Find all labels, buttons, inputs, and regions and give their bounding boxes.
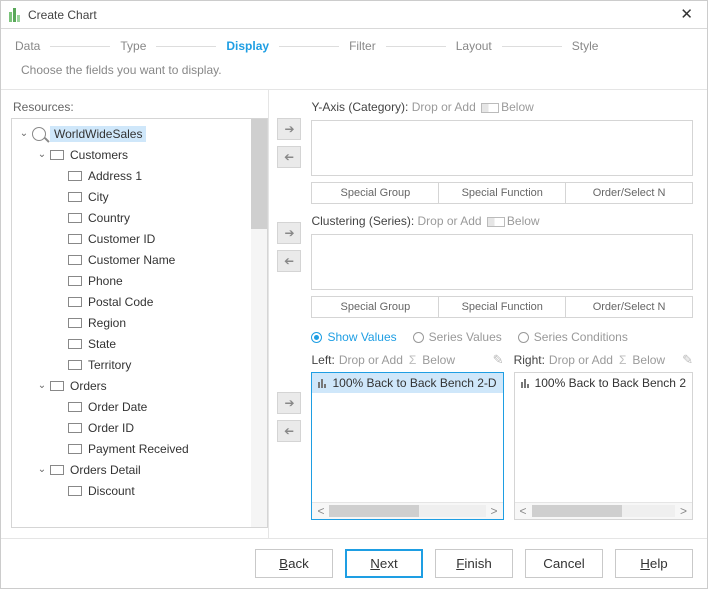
order-select-button[interactable]: Order/Select N bbox=[566, 296, 693, 318]
finish-button[interactable]: Finish bbox=[435, 549, 513, 578]
tree-item[interactable]: Customer ID bbox=[88, 232, 155, 246]
order-select-button[interactable]: Order/Select N bbox=[566, 182, 693, 204]
tree-item[interactable]: Postal Code bbox=[88, 295, 153, 309]
field-icon bbox=[68, 192, 82, 202]
field-icon bbox=[68, 255, 82, 265]
value-item[interactable]: 100% Back to Back Bench 2-D bbox=[312, 373, 502, 393]
edit-icon[interactable]: ✎ bbox=[493, 352, 504, 368]
step-filter[interactable]: Filter bbox=[349, 39, 376, 53]
window-title: Create Chart bbox=[28, 8, 97, 22]
chart-icon bbox=[318, 379, 326, 388]
field-icon bbox=[68, 213, 82, 223]
field-icon bbox=[68, 297, 82, 307]
tree-item[interactable]: Customer Name bbox=[88, 253, 175, 267]
tree-item[interactable]: City bbox=[88, 190, 109, 204]
caret-icon[interactable]: ⌄ bbox=[36, 149, 48, 160]
field-icon bbox=[68, 318, 82, 328]
folder-icon bbox=[50, 465, 64, 475]
grid-icon bbox=[481, 103, 499, 113]
close-icon[interactable]: ✕ bbox=[676, 7, 697, 22]
cancel-button[interactable]: Cancel bbox=[525, 549, 603, 578]
add-yaxis-button[interactable]: ➔ bbox=[277, 118, 301, 140]
tree-item[interactable]: Country bbox=[88, 211, 130, 225]
step-type[interactable]: Type bbox=[120, 39, 146, 53]
step-display[interactable]: Display bbox=[226, 39, 269, 53]
caret-icon[interactable]: ⌄ bbox=[36, 464, 48, 475]
special-function-button[interactable]: Special Function bbox=[439, 182, 566, 204]
folder-icon bbox=[50, 381, 64, 391]
field-icon bbox=[68, 171, 82, 181]
scrollbar[interactable]: <> bbox=[515, 502, 692, 519]
tree-item[interactable]: Territory bbox=[88, 358, 131, 372]
left-values-header: Left:Drop or AddΣBelow✎ bbox=[311, 352, 503, 368]
tree-item[interactable]: Phone bbox=[88, 274, 123, 288]
right-values-header: Right:Drop or AddΣBelow✎ bbox=[514, 352, 693, 368]
special-group-button[interactable]: Special Group bbox=[311, 296, 439, 318]
app-icon bbox=[9, 8, 20, 22]
special-function-button[interactable]: Special Function bbox=[439, 296, 566, 318]
remove-yaxis-button[interactable]: ➔ bbox=[277, 146, 301, 168]
field-icon bbox=[68, 444, 82, 454]
tree-item[interactable]: State bbox=[88, 337, 116, 351]
search-icon bbox=[32, 127, 46, 141]
tree-item[interactable]: Address 1 bbox=[88, 169, 142, 183]
tree-item[interactable]: Region bbox=[88, 316, 126, 330]
chart-icon bbox=[521, 379, 529, 388]
radio-series-values[interactable]: Series Values bbox=[413, 330, 502, 344]
field-icon bbox=[68, 234, 82, 244]
yaxis-dropzone[interactable] bbox=[311, 120, 693, 176]
left-values-list[interactable]: 100% Back to Back Bench 2-D <> bbox=[311, 372, 503, 520]
yaxis-label: Y-Axis (Category): Drop or Add Below bbox=[311, 100, 693, 114]
folder-icon bbox=[50, 150, 64, 160]
tree-item[interactable]: Discount bbox=[88, 484, 135, 498]
special-group-button[interactable]: Special Group bbox=[311, 182, 439, 204]
step-data[interactable]: Data bbox=[15, 39, 40, 53]
caret-icon[interactable]: ⌄ bbox=[18, 128, 30, 139]
tree-item[interactable]: Order Date bbox=[88, 400, 147, 414]
sigma-icon: Σ bbox=[619, 353, 626, 367]
titlebar: Create Chart ✕ bbox=[1, 1, 707, 29]
field-icon bbox=[68, 339, 82, 349]
field-icon bbox=[68, 276, 82, 286]
scrollbar[interactable] bbox=[251, 119, 267, 527]
add-value-button[interactable]: ➔ bbox=[277, 392, 301, 414]
radio-series-conditions[interactable]: Series Conditions bbox=[518, 330, 628, 344]
display-mode-radios: Show Values Series Values Series Conditi… bbox=[311, 330, 693, 344]
right-values-list[interactable]: 100% Back to Back Bench 2 <> bbox=[514, 372, 693, 520]
tree-root[interactable]: WorldWideSales bbox=[50, 126, 146, 142]
field-icon bbox=[68, 402, 82, 412]
value-item[interactable]: 100% Back to Back Bench 2 bbox=[515, 373, 692, 393]
scrollbar[interactable]: <> bbox=[312, 502, 502, 519]
grid-icon bbox=[487, 217, 505, 227]
radio-show-values[interactable]: Show Values bbox=[311, 330, 396, 344]
tree-group[interactable]: Orders bbox=[70, 379, 107, 393]
tree-group[interactable]: Orders Detail bbox=[70, 463, 141, 477]
wizard-steps: Data Type Display Filter Layout Style bbox=[1, 29, 707, 59]
resources-tree[interactable]: ⌄WorldWideSales ⌄Customers ·Address 1 ·C… bbox=[11, 118, 268, 528]
tree-item[interactable]: Payment Received bbox=[88, 442, 189, 456]
edit-icon[interactable]: ✎ bbox=[682, 352, 693, 368]
remove-value-button[interactable]: ➔ bbox=[277, 420, 301, 442]
wizard-footer: Back Next Finish Cancel Help bbox=[1, 538, 707, 588]
resources-label: Resources: bbox=[11, 100, 268, 114]
step-style[interactable]: Style bbox=[572, 39, 599, 53]
tree-item[interactable]: Order ID bbox=[88, 421, 134, 435]
clustering-dropzone[interactable] bbox=[311, 234, 693, 290]
clustering-label: Clustering (Series): Drop or Add Below bbox=[311, 214, 693, 228]
back-button[interactable]: Back bbox=[255, 549, 333, 578]
help-button[interactable]: Help bbox=[615, 549, 693, 578]
step-layout[interactable]: Layout bbox=[456, 39, 492, 53]
add-series-button[interactable]: ➔ bbox=[277, 222, 301, 244]
field-icon bbox=[68, 360, 82, 370]
remove-series-button[interactable]: ➔ bbox=[277, 250, 301, 272]
field-icon bbox=[68, 486, 82, 496]
next-button[interactable]: Next bbox=[345, 549, 423, 578]
subtitle: Choose the fields you want to display. bbox=[1, 59, 707, 90]
field-icon bbox=[68, 423, 82, 433]
caret-icon[interactable]: ⌄ bbox=[36, 380, 48, 391]
tree-group[interactable]: Customers bbox=[70, 148, 128, 162]
sigma-icon: Σ bbox=[409, 353, 416, 367]
